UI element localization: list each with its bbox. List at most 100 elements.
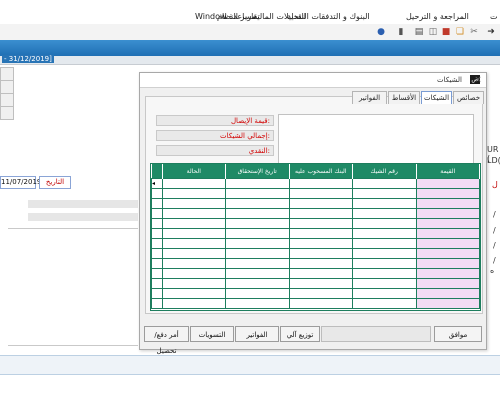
exit-door-icon[interactable]: ▮ [396, 27, 406, 37]
grid-cell-amount[interactable] [415, 248, 480, 259]
grid-cell-cheque-no[interactable] [352, 298, 417, 309]
grid-cell-amount[interactable] [415, 278, 480, 289]
grid-cell-status[interactable] [161, 298, 226, 309]
grid-cell-due-date[interactable] [225, 288, 290, 299]
grid-cell-due-date[interactable] [225, 278, 290, 289]
grid-cell-status[interactable] [161, 228, 226, 239]
grid-cell-cheque-no[interactable] [352, 178, 417, 189]
copy-icon[interactable]: ❏ [455, 27, 465, 37]
grid-cell-amount[interactable] [415, 188, 480, 199]
grid-cell-cheque-no[interactable] [352, 278, 417, 289]
grid-row[interactable] [151, 188, 480, 199]
tab-installments[interactable]: الأقساط [388, 91, 420, 104]
side-stub-1[interactable] [0, 67, 14, 81]
grid-cell-amount[interactable] [415, 238, 480, 249]
side-stub-3[interactable] [0, 93, 14, 107]
grid-row[interactable] [151, 208, 480, 219]
grid-cell-cheque-no[interactable] [352, 288, 417, 299]
tab-invoices[interactable]: الفواتير [352, 91, 387, 104]
side-stub-2[interactable] [0, 80, 14, 94]
menu-financial-analysis[interactable]: التحليلات المالية [253, 12, 306, 21]
grid-cell-bank[interactable] [288, 248, 353, 259]
print-icon[interactable]: ▤ [414, 27, 424, 37]
grid-row[interactable] [151, 248, 480, 259]
grid-cell-amount[interactable] [415, 298, 480, 309]
close-icon[interactable]: × [472, 74, 484, 86]
grid-cell-bank[interactable] [288, 218, 353, 229]
grid-cell-due-date[interactable] [225, 228, 290, 239]
date-field[interactable]: 11/07/2019 [0, 176, 41, 189]
grid-row[interactable] [151, 258, 480, 269]
invoices-button[interactable]: الفواتير [235, 326, 279, 342]
grid-cell-bank[interactable] [288, 188, 353, 199]
grid-cell-bank[interactable] [288, 298, 353, 309]
grid-cell-status[interactable] [161, 288, 226, 299]
menu-window[interactable]: Window [195, 12, 227, 21]
grid-cell-amount[interactable] [415, 258, 480, 269]
grid-cell-bank[interactable] [288, 198, 353, 209]
grid-cell-amount[interactable] [415, 208, 480, 219]
tab-cheques[interactable]: الشيكات [421, 91, 452, 104]
grid-cell-due-date[interactable] [225, 268, 290, 279]
grid-cell-status[interactable] [161, 198, 226, 209]
grid-cell-cheque-no[interactable] [352, 188, 417, 199]
help-icon[interactable]: ● [376, 27, 386, 37]
menu-fragment[interactable]: ت [490, 12, 498, 21]
grid-cell-bank[interactable] [288, 208, 353, 219]
grid-cell-due-date[interactable] [225, 238, 290, 249]
grid-row[interactable] [151, 228, 480, 239]
grid-cell-cheque-no[interactable] [352, 228, 417, 239]
grid-cell-status[interactable] [161, 218, 226, 229]
grid-cell-due-date[interactable] [225, 248, 290, 259]
grid-row[interactable] [151, 218, 480, 229]
grid-cell-cheque-no[interactable] [352, 238, 417, 249]
grid-cell-bank[interactable] [288, 178, 353, 189]
grid-cell-cheque-no[interactable] [352, 208, 417, 219]
grid-cell-bank[interactable] [288, 228, 353, 239]
grid-cell-amount[interactable] [415, 228, 480, 239]
grid-cell-bank[interactable] [288, 238, 353, 249]
arrow-icon[interactable]: ➜ [486, 27, 496, 37]
grid-cell-cheque-no[interactable] [352, 258, 417, 269]
grid-cell-bank[interactable] [288, 278, 353, 289]
grid-cell-cheque-no[interactable] [352, 268, 417, 279]
grid-row[interactable] [151, 198, 480, 209]
grid-cell-bank[interactable] [288, 288, 353, 299]
grid-cell-amount[interactable] [415, 218, 480, 229]
grid-cell-status[interactable] [161, 238, 226, 249]
grid-cell-due-date[interactable] [225, 218, 290, 229]
grid-row[interactable] [151, 238, 480, 249]
settlements-button[interactable]: التسويات [190, 326, 234, 342]
payment-order-button[interactable]: أمر دفع/تحصيل [144, 326, 189, 355]
grid-row[interactable]: ◂ [151, 178, 480, 189]
paste-icon[interactable]: ■ [441, 27, 451, 37]
grid-cell-amount[interactable] [415, 178, 480, 189]
grid-cell-bank[interactable] [288, 268, 353, 279]
grid-cell-status[interactable] [161, 188, 226, 199]
grid-cell-amount[interactable] [415, 198, 480, 209]
grid-row[interactable] [151, 288, 480, 299]
grid-cell-amount[interactable] [415, 288, 480, 299]
grid-row[interactable] [151, 268, 480, 279]
grid-cell-cheque-no[interactable] [352, 218, 417, 229]
grid-cell-status[interactable] [161, 178, 226, 189]
grid-cell-status[interactable] [161, 278, 226, 289]
grid-cell-cheque-no[interactable] [352, 198, 417, 209]
grid-cell-status[interactable] [161, 248, 226, 259]
auto-distribute-button[interactable]: توزيع آلي [280, 326, 320, 342]
grid-cell-due-date[interactable] [225, 198, 290, 209]
grid-cell-due-date[interactable] [225, 258, 290, 269]
binoculars-icon[interactable]: ◫ [428, 27, 438, 37]
grid-cell-bank[interactable] [288, 258, 353, 269]
cut-icon[interactable]: ✂ [469, 27, 479, 37]
grid-cell-due-date[interactable] [225, 178, 290, 189]
grid-cell-due-date[interactable] [225, 298, 290, 309]
grid-cell-status[interactable] [161, 208, 226, 219]
grid-cell-status[interactable] [161, 268, 226, 279]
grid-cell-due-date[interactable] [225, 188, 290, 199]
side-stub-4[interactable] [0, 106, 14, 120]
grid-cell-status[interactable] [161, 258, 226, 269]
grid-cell-cheque-no[interactable] [352, 248, 417, 259]
ok-button[interactable]: موافق [434, 326, 482, 342]
menu-help[interactable]: مساعدة [229, 12, 256, 21]
